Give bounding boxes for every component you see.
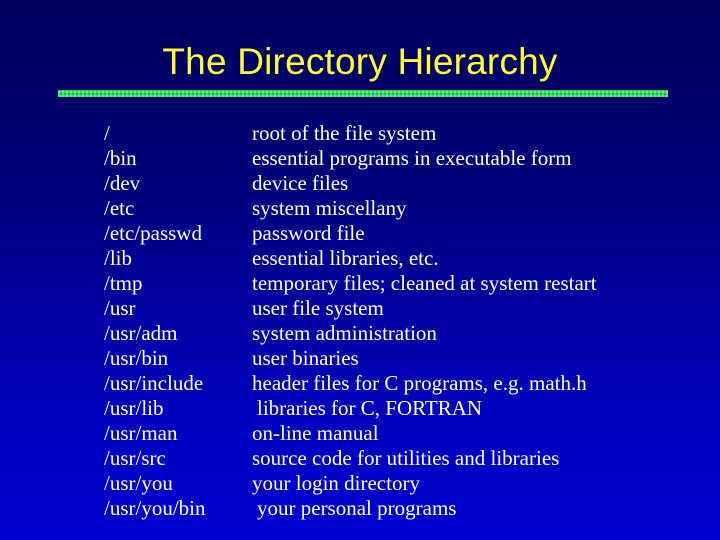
table-row: /lib essential libraries, etc.: [104, 246, 704, 271]
table-row: /usr/bin user binaries: [104, 346, 704, 371]
directory-path: /dev: [104, 171, 141, 195]
table-row: /dev device files: [104, 171, 704, 196]
table-row: /usr/you your login directory: [104, 471, 704, 496]
directory-description: user file system: [252, 296, 384, 320]
directory-path: /usr/man: [104, 421, 178, 445]
directory-path: /usr/you: [104, 471, 173, 495]
table-row: /usr/lib libraries for C, FORTRAN: [104, 396, 704, 421]
directory-path: /etc/passwd: [104, 221, 202, 245]
table-row: /tmp temporary files; cleaned at system r…: [104, 271, 704, 296]
directory-description: temporary files; cleaned at system resta…: [252, 271, 597, 295]
directory-description: your personal programs: [257, 496, 457, 520]
directory-path: /etc: [104, 196, 135, 220]
directory-description: source code for utilities and libraries: [252, 446, 560, 470]
table-row: /bin essential programs in executable for…: [104, 146, 704, 171]
directory-path: /usr: [104, 296, 136, 320]
directory-path: /bin: [104, 146, 137, 170]
directory-description: libraries for C, FORTRAN: [257, 396, 483, 420]
directory-description: essential libraries, etc.: [252, 246, 439, 270]
directory-path: /usr/adm: [104, 321, 178, 345]
directory-path: /usr/lib: [104, 396, 164, 420]
table-row: /usr user file system: [104, 296, 704, 321]
directory-path: /usr/src: [104, 446, 166, 470]
presentation-slide: The Directory Hierarchy / root of the fil…: [0, 0, 720, 540]
table-row: /usr/man on-line manual: [104, 421, 704, 446]
directory-description: device files: [252, 171, 349, 195]
directory-path: /lib: [104, 246, 133, 270]
directory-description: on-line manual: [252, 421, 379, 445]
directory-path: /usr/you/bin: [104, 496, 206, 520]
directory-description: user binaries: [252, 346, 359, 370]
directory-description: your login directory: [252, 471, 420, 495]
table-row: /etc system miscellany: [104, 196, 704, 221]
directory-path: /usr/bin: [104, 346, 169, 370]
title-divider-rule: [58, 90, 668, 97]
table-row: /usr/include header files for C programs,…: [104, 371, 704, 396]
table-row: /usr/you/bin your personal programs: [104, 496, 704, 521]
slide-title-block: The Directory Hierarchy: [0, 40, 720, 84]
directory-path: /usr/include: [104, 371, 204, 395]
directory-description: root of the file system: [252, 121, 437, 145]
table-row: / root of the file system: [104, 121, 704, 146]
directory-path: /: [104, 121, 110, 145]
directory-hierarchy-table: / root of the file system/bin essential pr…: [104, 121, 704, 521]
page-title: The Directory Hierarchy: [162, 41, 558, 82]
directory-description: system administration: [252, 321, 437, 345]
directory-description: essential programs in executable form: [252, 146, 572, 170]
table-row: /etc/passwd password file: [104, 221, 704, 246]
directory-description: password file: [252, 221, 365, 245]
directory-path: /tmp: [104, 271, 143, 295]
table-row: /usr/src source code for utilities and li…: [104, 446, 704, 471]
directory-description: system miscellany: [252, 196, 407, 220]
directory-description: header files for C programs, e.g. math.h: [252, 371, 587, 395]
table-row: /usr/adm system administration: [104, 321, 704, 346]
